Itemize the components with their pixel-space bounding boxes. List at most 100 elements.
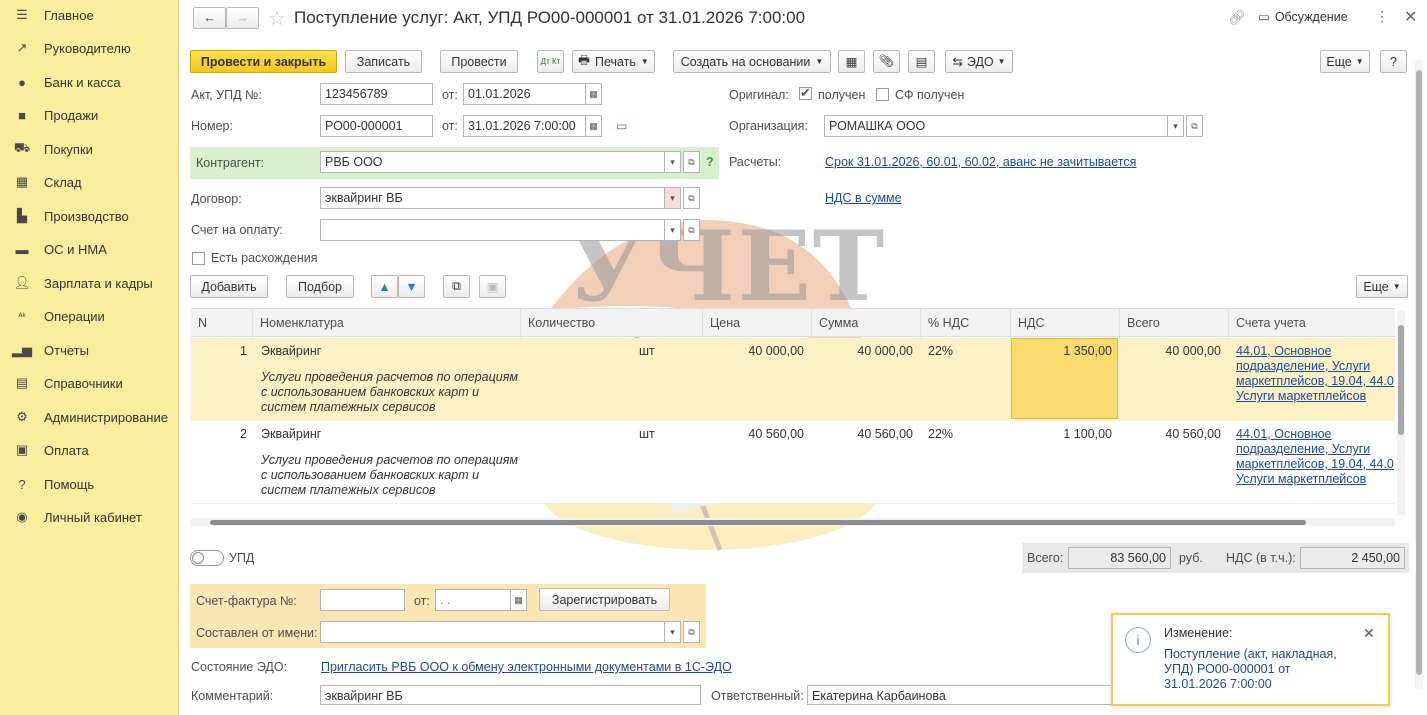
sidebar-item-purchases[interactable]: ⛟ Покупки <box>0 134 179 164</box>
dt-kt-button[interactable]: Дт Кт <box>537 50 564 73</box>
sidebar-item-operations[interactable]: ᴬᵏ Операции <box>0 301 179 331</box>
move-down-button[interactable]: ▼ <box>398 275 425 298</box>
contractor-input[interactable]: РВБ ООО <box>320 151 665 173</box>
invoice-pay-open-button[interactable]: ⧉ <box>683 219 700 241</box>
upd-toggle[interactable] <box>190 550 224 566</box>
notification-line-1[interactable]: Поступление (акт, накладная, <box>1164 647 1337 661</box>
move-up-button[interactable]: ▲ <box>371 275 398 298</box>
post-button[interactable]: Провести <box>440 50 518 73</box>
create-based-button[interactable]: Создать на основании ▼ <box>673 50 831 73</box>
sidebar-item-main[interactable]: ☰ Главное <box>0 0 179 30</box>
row-account-4[interactable]: Услуги маркетплейсов <box>1236 472 1366 487</box>
sidebar-item-admin[interactable]: ⚙ Администрирование <box>0 402 179 432</box>
paste-button[interactable]: ▣ <box>479 275 506 298</box>
sidebar-item-help[interactable]: ? Помощь <box>0 469 179 499</box>
col-price[interactable]: Цена <box>703 309 812 338</box>
discussion-button[interactable]: ▭ Обсуждение <box>1258 9 1348 25</box>
contract-input[interactable]: эквайринг ВБ <box>320 187 665 209</box>
calendar-button-2[interactable]: ▦ <box>585 115 602 137</box>
issued-by-input[interactable] <box>320 621 665 643</box>
issued-by-dropdown[interactable]: ▾ <box>664 621 681 643</box>
notification-close-icon[interactable]: ✕ <box>1363 625 1375 642</box>
row-account-2[interactable]: подразделение, Услуги <box>1236 359 1370 374</box>
forward-button[interactable]: → <box>226 7 259 29</box>
contractor-open-button[interactable]: ⧉ <box>683 151 700 173</box>
organization-dropdown[interactable]: ▾ <box>1167 115 1184 137</box>
row-account-4[interactable]: Услуги маркетплейсов <box>1236 389 1366 404</box>
table-more-button[interactable]: Еще ▼ <box>1356 275 1408 298</box>
col-accounts[interactable]: Счета учета <box>1229 309 1395 338</box>
invoice-number-input[interactable] <box>320 589 405 611</box>
col-vat[interactable]: НДС <box>1011 309 1120 338</box>
notification-line-3[interactable]: 31.01.2026 7:00:00 <box>1164 677 1272 691</box>
back-button[interactable]: ← <box>193 7 226 29</box>
number-date-input[interactable]: 31.01.2026 7:00:00 <box>463 115 586 137</box>
sidebar-item-manager[interactable]: ↗ Руководителю <box>0 33 179 63</box>
table-horizontal-thumb[interactable] <box>210 520 1306 525</box>
vat-in-sum-link[interactable]: НДС в сумме <box>825 191 902 205</box>
post-and-close-button[interactable]: Провести и закрыть <box>190 50 337 73</box>
col-nomenclature[interactable]: Номенклатура <box>253 309 521 338</box>
original-received-checkbox[interactable]: ✔ <box>799 86 812 100</box>
sidebar-item-fixed-assets[interactable]: ▬ ОС и НМА <box>0 234 179 264</box>
pick-button[interactable]: Подбор <box>286 275 354 298</box>
invoice-date-input[interactable]: . . <box>435 589 511 611</box>
number-input[interactable]: РО00-000001 <box>320 115 433 137</box>
col-vat-rate[interactable]: % НДС <box>921 309 1011 338</box>
discrepancies-checkbox[interactable] <box>192 252 205 265</box>
report-button[interactable]: ▤ <box>908 50 935 73</box>
act-number-input[interactable]: 123456789 <box>320 83 433 105</box>
sidebar-item-warehouse[interactable]: ▦ Склад <box>0 167 179 197</box>
favorite-star-icon[interactable]: ☆ <box>268 6 286 31</box>
table-row[interactable]: 1 Эквайринг Услуги проведения расчетов п… <box>191 338 1395 421</box>
notification-line-2[interactable]: УПД) РО00-000001 от <box>1164 662 1290 676</box>
add-row-button[interactable]: Добавить <box>190 275 268 298</box>
sidebar-item-sales[interactable]: ■ Продажи <box>0 100 179 130</box>
row-account-3[interactable]: маркетплейсов, 19.04, 44.01 <box>1236 374 1394 389</box>
more-vertical-icon[interactable]: ⋮ <box>1375 8 1389 25</box>
contract-dropdown[interactable]: ▾ <box>664 187 681 209</box>
attach-button[interactable]: 📎︎ <box>873 50 900 73</box>
sidebar-item-payment[interactable]: ▣ Оплата <box>0 435 179 465</box>
settlements-link[interactable]: Срок 31.01.2026, 60.01, 60.02, аванс не … <box>825 155 1136 169</box>
question-icon[interactable]: ? <box>706 155 714 169</box>
edo-invite-link[interactable]: Пригласить РВБ ООО к обмену электронными… <box>321 660 732 674</box>
print-button[interactable]: 🖶︎ Печать ▼ <box>572 50 655 73</box>
page-scrollbar-thumb[interactable] <box>1416 70 1422 675</box>
sidebar-item-reports[interactable]: ▂▅ Отчеты <box>0 335 179 365</box>
contract-open-button[interactable]: ⧉ <box>683 187 700 209</box>
copy-button[interactable]: ⧉ <box>443 275 470 298</box>
col-sum[interactable]: Сумма <box>812 309 921 338</box>
col-quantity[interactable]: Количество <box>521 309 703 338</box>
row-account-2[interactable]: подразделение, Услуги <box>1236 442 1370 457</box>
edit-number-icon[interactable]: ▭ <box>616 119 627 133</box>
invoice-calendar-button[interactable]: ▦ <box>510 589 527 611</box>
act-date-input[interactable]: 01.01.2026 <box>463 83 586 105</box>
row-account-1[interactable]: 44.01, Основное <box>1236 344 1332 359</box>
invoice-pay-input[interactable] <box>320 219 665 241</box>
sidebar-item-account[interactable]: ◉ Личный кабинет <box>0 502 179 532</box>
issued-by-open-button[interactable]: ⧉ <box>683 621 700 643</box>
table-row[interactable]: 2 Эквайринг Услуги проведения расчетов п… <box>191 421 1395 504</box>
comment-input[interactable]: эквайринг ВБ <box>320 685 701 705</box>
organization-input[interactable]: РОМАШКА ООО <box>824 115 1168 137</box>
col-n[interactable]: N <box>191 309 253 338</box>
link-icon[interactable]: 🔗︎ <box>1228 9 1246 26</box>
more-button[interactable]: Еще ▼ <box>1320 50 1370 73</box>
calendar-button[interactable]: ▦ <box>585 83 602 105</box>
sidebar-item-directories[interactable]: ▤ Справочники <box>0 368 179 398</box>
close-icon[interactable]: ✕ <box>1404 7 1417 27</box>
sidebar-item-production[interactable]: ▙ Производство <box>0 201 179 231</box>
organization-open-button[interactable]: ⧉ <box>1186 115 1203 137</box>
col-total[interactable]: Всего <box>1120 309 1229 338</box>
save-button[interactable]: Записать <box>345 50 422 73</box>
sidebar-item-bank[interactable]: ● Банк и касса <box>0 67 179 97</box>
contractor-dropdown[interactable]: ▾ <box>664 151 681 173</box>
sidebar-item-salary[interactable]: 👤︎ Зарплата и кадры <box>0 268 179 298</box>
help-button[interactable]: ? <box>1380 50 1407 73</box>
invoice-pay-dropdown[interactable]: ▾ <box>664 219 681 241</box>
edo-button[interactable]: ⇆ ЭДО ▼ <box>945 50 1013 73</box>
table-vertical-thumb[interactable] <box>1398 325 1404 435</box>
register-button[interactable]: Зарегистрировать <box>539 588 670 611</box>
sf-received-checkbox[interactable] <box>876 88 889 101</box>
